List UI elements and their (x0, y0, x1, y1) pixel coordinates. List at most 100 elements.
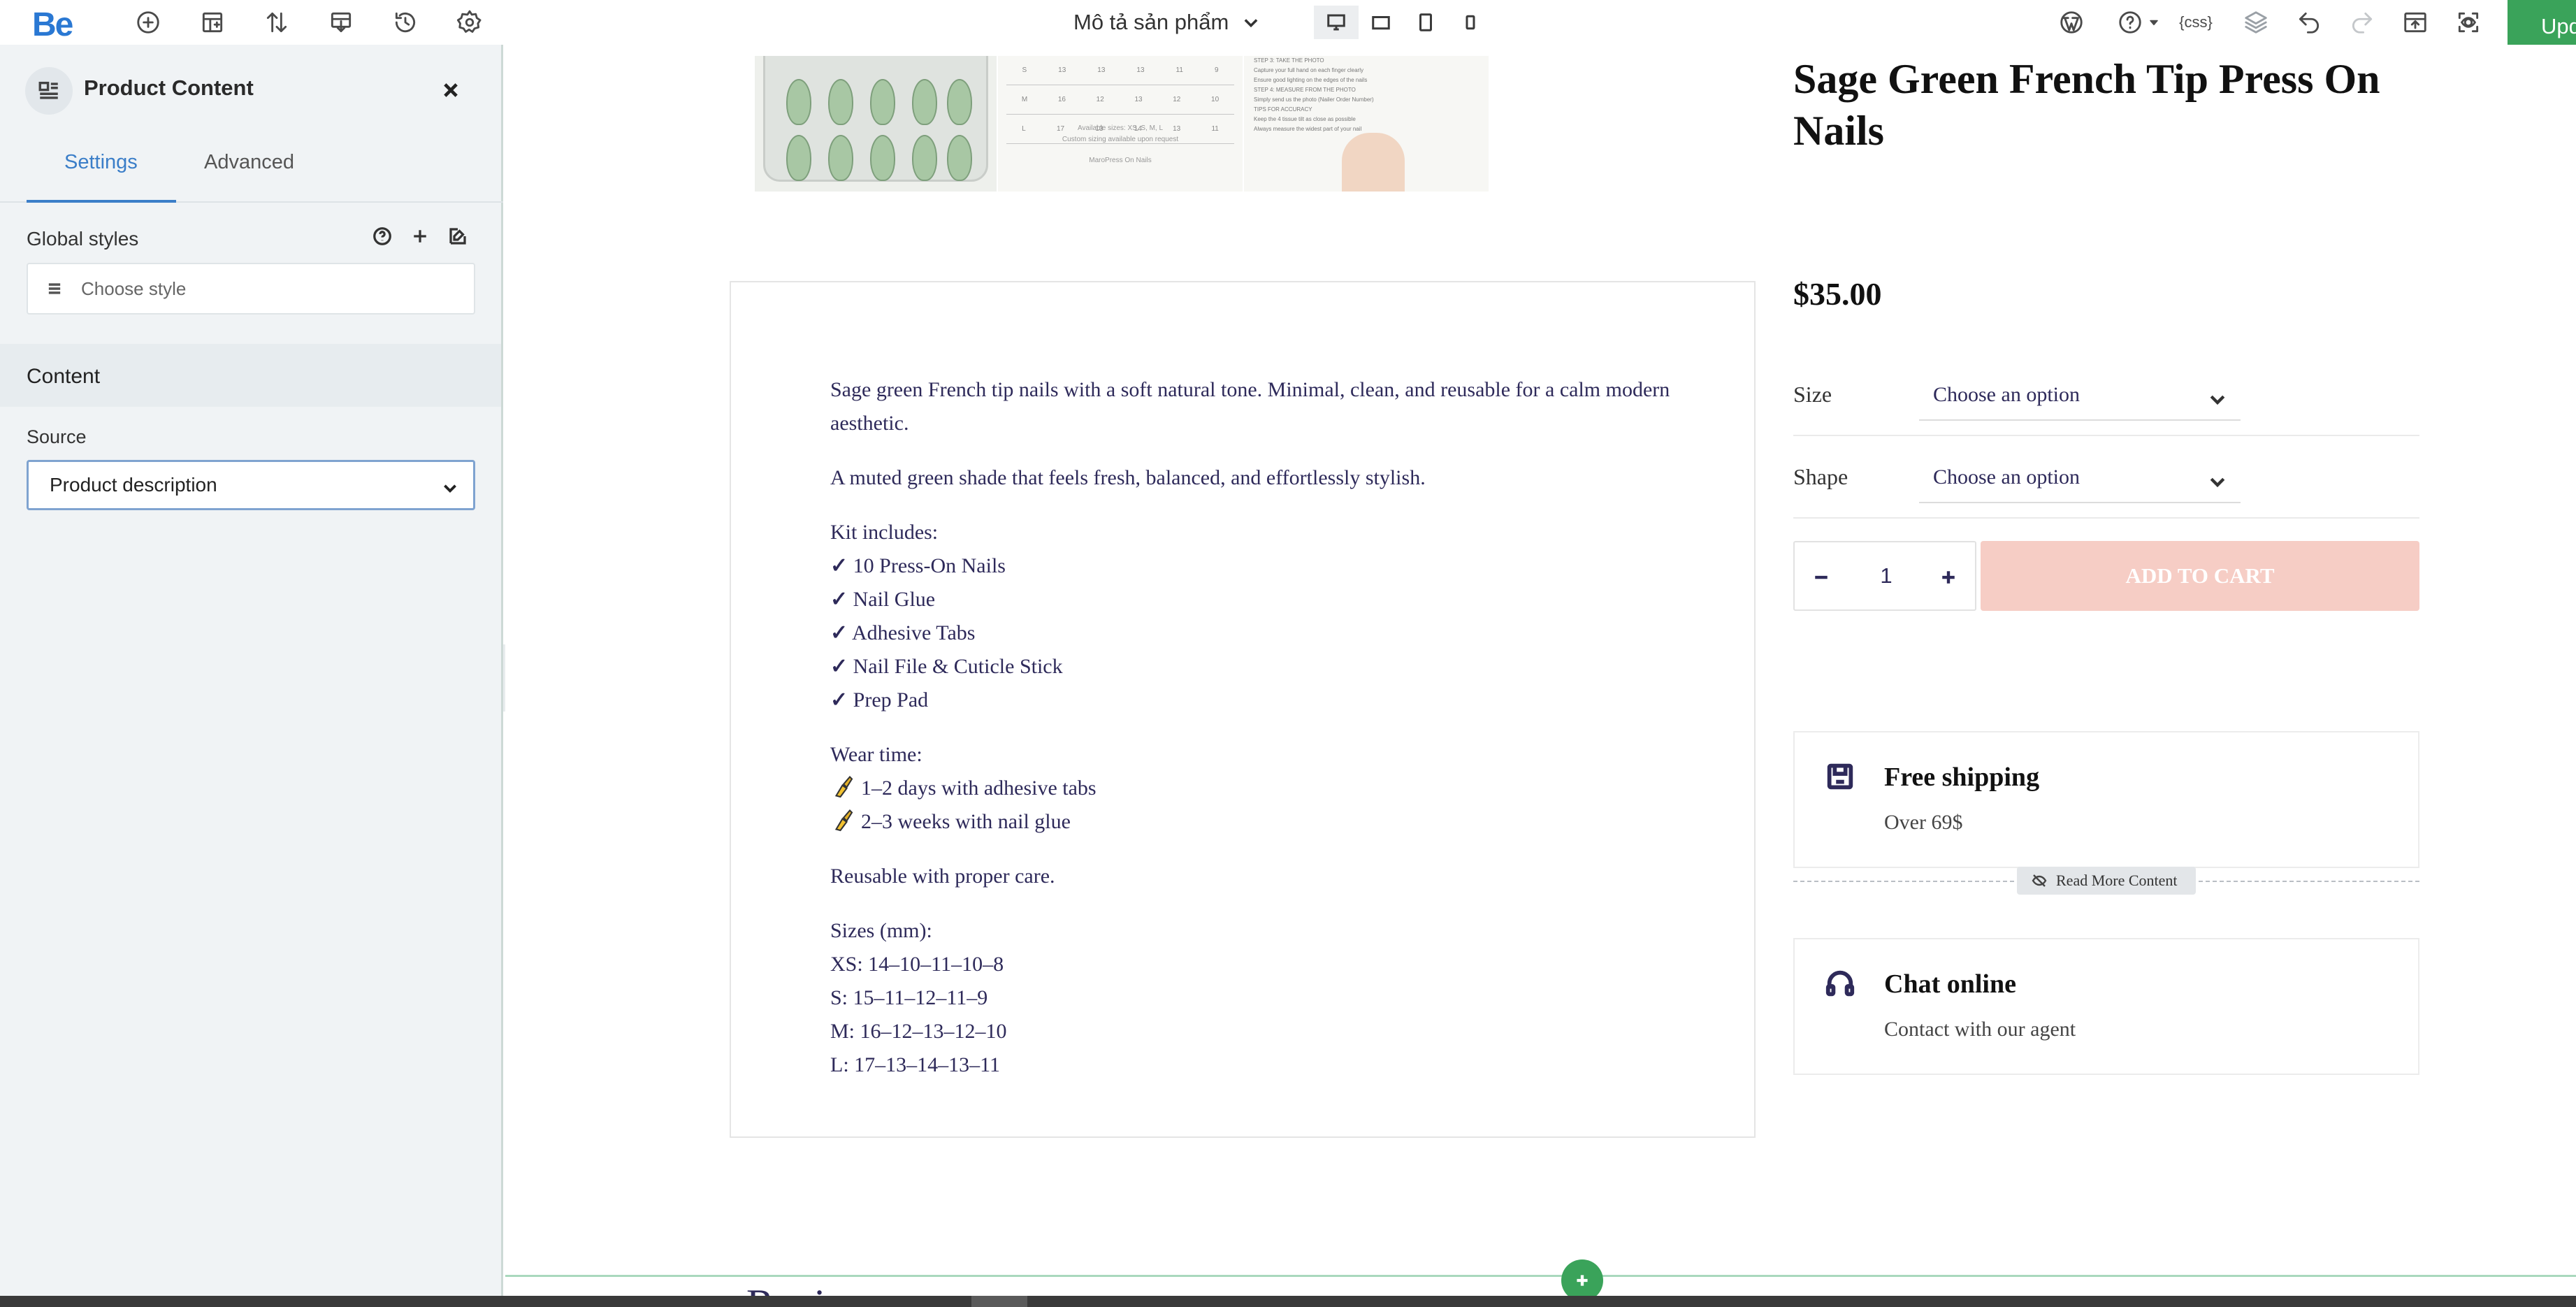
chat-subtitle: Contact with our agent (1884, 1018, 2076, 1041)
product-description: Sage green French tip nails with a soft … (830, 373, 1676, 1103)
size-chart-cell: 12 (1173, 96, 1181, 103)
size-chart-note: Available sizes: XS, S, M, L Custom sizi… (998, 123, 1243, 166)
chat-title: Chat online (1884, 969, 2016, 999)
size-chart-cell: 10 (1211, 96, 1220, 103)
kit-item: Prep Pad (853, 688, 929, 712)
quantity-input[interactable]: 1 (1860, 563, 1912, 588)
free-shipping-box[interactable]: Free shipping Over 69$ (1793, 731, 2419, 868)
tab-settings[interactable]: Settings (27, 151, 176, 203)
desktop-icon (1327, 14, 1345, 31)
chevron-down-icon (2210, 395, 2225, 405)
description-paragraph-1: Sage green French tip nails with a soft … (830, 378, 1670, 435)
choose-style-placeholder: Choose style (81, 277, 187, 299)
preview-icon[interactable] (2453, 7, 2484, 38)
sort-icon[interactable] (261, 7, 292, 38)
mobile-icon (1466, 15, 1475, 30)
export-icon[interactable] (2400, 7, 2431, 38)
read-more-content-button[interactable]: Read More Content (2017, 867, 2196, 895)
instruction-line: Ensure good lighting on the edges of the… (1254, 77, 1368, 83)
size-chart-cell: 13 (1136, 66, 1145, 74)
product-price: $35.00 (1793, 276, 1882, 312)
size-note-3: MaroPress On Nails (1089, 157, 1152, 164)
global-styles-actions (370, 224, 470, 249)
page-selector[interactable]: Mô tả sản phẩm (1073, 8, 1261, 36)
wear-item: 2–3 weeks with nail glue (861, 810, 1071, 833)
history-icon[interactable] (390, 7, 421, 38)
instruction-line: Capture your full hand on each finger cl… (1254, 67, 1363, 73)
source-label: Source (27, 426, 87, 447)
reusable-note: Reusable with proper care. (830, 865, 1055, 888)
check-icon: ✓ (830, 554, 848, 577)
kit-title: Kit includes: (830, 521, 939, 544)
tablet-portrait-view-button[interactable] (1403, 6, 1448, 39)
wordpress-icon[interactable] (2056, 7, 2087, 38)
size-chart-cell: 13 (1097, 66, 1106, 74)
import-icon[interactable] (326, 7, 356, 38)
variation-label: Shape (1793, 464, 1848, 489)
device-switcher (1314, 6, 1493, 39)
product-thumbnail-size-chart[interactable]: S 13 13 13 11 9 M 16 12 13 12 10 L 17 13 14 13 11 Availab… (998, 56, 1243, 192)
tablet-landscape-view-button[interactable] (1359, 6, 1403, 39)
add-style-icon[interactable] (408, 224, 432, 249)
kit-list: Kit includes: ✓ 10 Press-On Nails ✓ Nail… (830, 516, 1676, 717)
chat-online-box[interactable]: Chat online Contact with our agent (1793, 938, 2419, 1075)
read-more-label: Read More Content (2056, 872, 2178, 889)
tab-advanced[interactable]: Advanced (204, 151, 330, 200)
product-thumbnail-measure-guide[interactable]: STEP 3: TAKE THE PHOTO Capture your full … (1244, 56, 1489, 192)
edit-style-icon[interactable] (446, 224, 470, 249)
builder-logo[interactable]: Be (32, 6, 73, 44)
source-select[interactable]: Product description (27, 460, 475, 510)
increase-quantity-button[interactable] (1929, 558, 1968, 597)
save-box-icon (1824, 760, 1856, 793)
help-dropdown-caret-icon[interactable] (2146, 7, 2162, 38)
tablet-portrait-icon (1419, 13, 1432, 31)
global-style-select[interactable]: Choose style (27, 263, 475, 315)
horizontal-scrollbar[interactable] (0, 1296, 2576, 1307)
chevron-down-icon (1244, 19, 1258, 28)
instruction-line: STEP 4: MEASURE FROM THE PHOTO (1254, 87, 1356, 93)
desktop-view-button[interactable] (1314, 6, 1359, 39)
plus-icon (1942, 571, 1955, 584)
add-template-icon[interactable] (197, 7, 228, 38)
check-icon: ✓ (830, 655, 848, 678)
product-content-icon (25, 67, 73, 115)
redo-icon[interactable] (2347, 7, 2378, 38)
size-chart-row: M 16 12 13 12 10 (1006, 85, 1234, 115)
decrease-quantity-button[interactable] (1802, 558, 1841, 597)
size-select[interactable]: Choose an option (1919, 373, 2241, 421)
undo-icon[interactable] (2294, 7, 2324, 38)
help-icon[interactable] (370, 224, 394, 249)
reviews-heading: Reviews (746, 1279, 891, 1296)
close-panel-button[interactable] (433, 73, 468, 108)
size-entry: M: 16–12–13–12–10 (830, 1020, 1007, 1043)
size-chart-cell: 13 (1134, 96, 1143, 103)
quantity-stepper: 1 (1793, 541, 1976, 611)
kit-item: Nail File & Cuticle Stick (853, 655, 1063, 678)
scrollbar-thumb[interactable] (971, 1296, 1027, 1307)
sizes-list: Sizes (mm): XS: 14–10–11–10–8 S: 15–11–1… (830, 914, 1676, 1082)
top-toolbar: Be Mô tả sản phẩm {css} Upd (0, 0, 2576, 53)
panel-header: Product Content (0, 66, 503, 115)
check-icon: ✓ (830, 588, 848, 611)
settings-icon[interactable] (454, 7, 485, 38)
size-select-value: Choose an option (1933, 383, 2080, 406)
shape-select[interactable]: Choose an option (1919, 456, 2241, 503)
size-entry: L: 17–13–14–13–11 (830, 1053, 1001, 1076)
help-icon[interactable] (2115, 7, 2146, 38)
size-entry: XS: 14–10–11–10–8 (830, 953, 1004, 976)
add-section-button[interactable] (1561, 1259, 1603, 1301)
tablet-landscape-icon (1372, 16, 1390, 30)
add-to-cart-button[interactable]: ADD TO CART (1981, 541, 2419, 611)
size-entry: S: 15–11–12–11–9 (830, 986, 988, 1009)
nail-polish-icon (834, 775, 853, 798)
size-chart-cell: 9 (1214, 66, 1219, 74)
content-section-header[interactable]: Content (0, 344, 501, 407)
layers-icon[interactable] (2241, 7, 2271, 38)
css-icon[interactable]: {css} (2175, 7, 2217, 38)
global-styles-label: Global styles (27, 228, 139, 250)
add-element-icon[interactable] (133, 7, 164, 38)
mobile-view-button[interactable] (1448, 6, 1493, 39)
wear-title: Wear time: (830, 743, 922, 766)
list-icon (48, 283, 61, 294)
product-thumbnail-nails[interactable] (755, 56, 997, 192)
